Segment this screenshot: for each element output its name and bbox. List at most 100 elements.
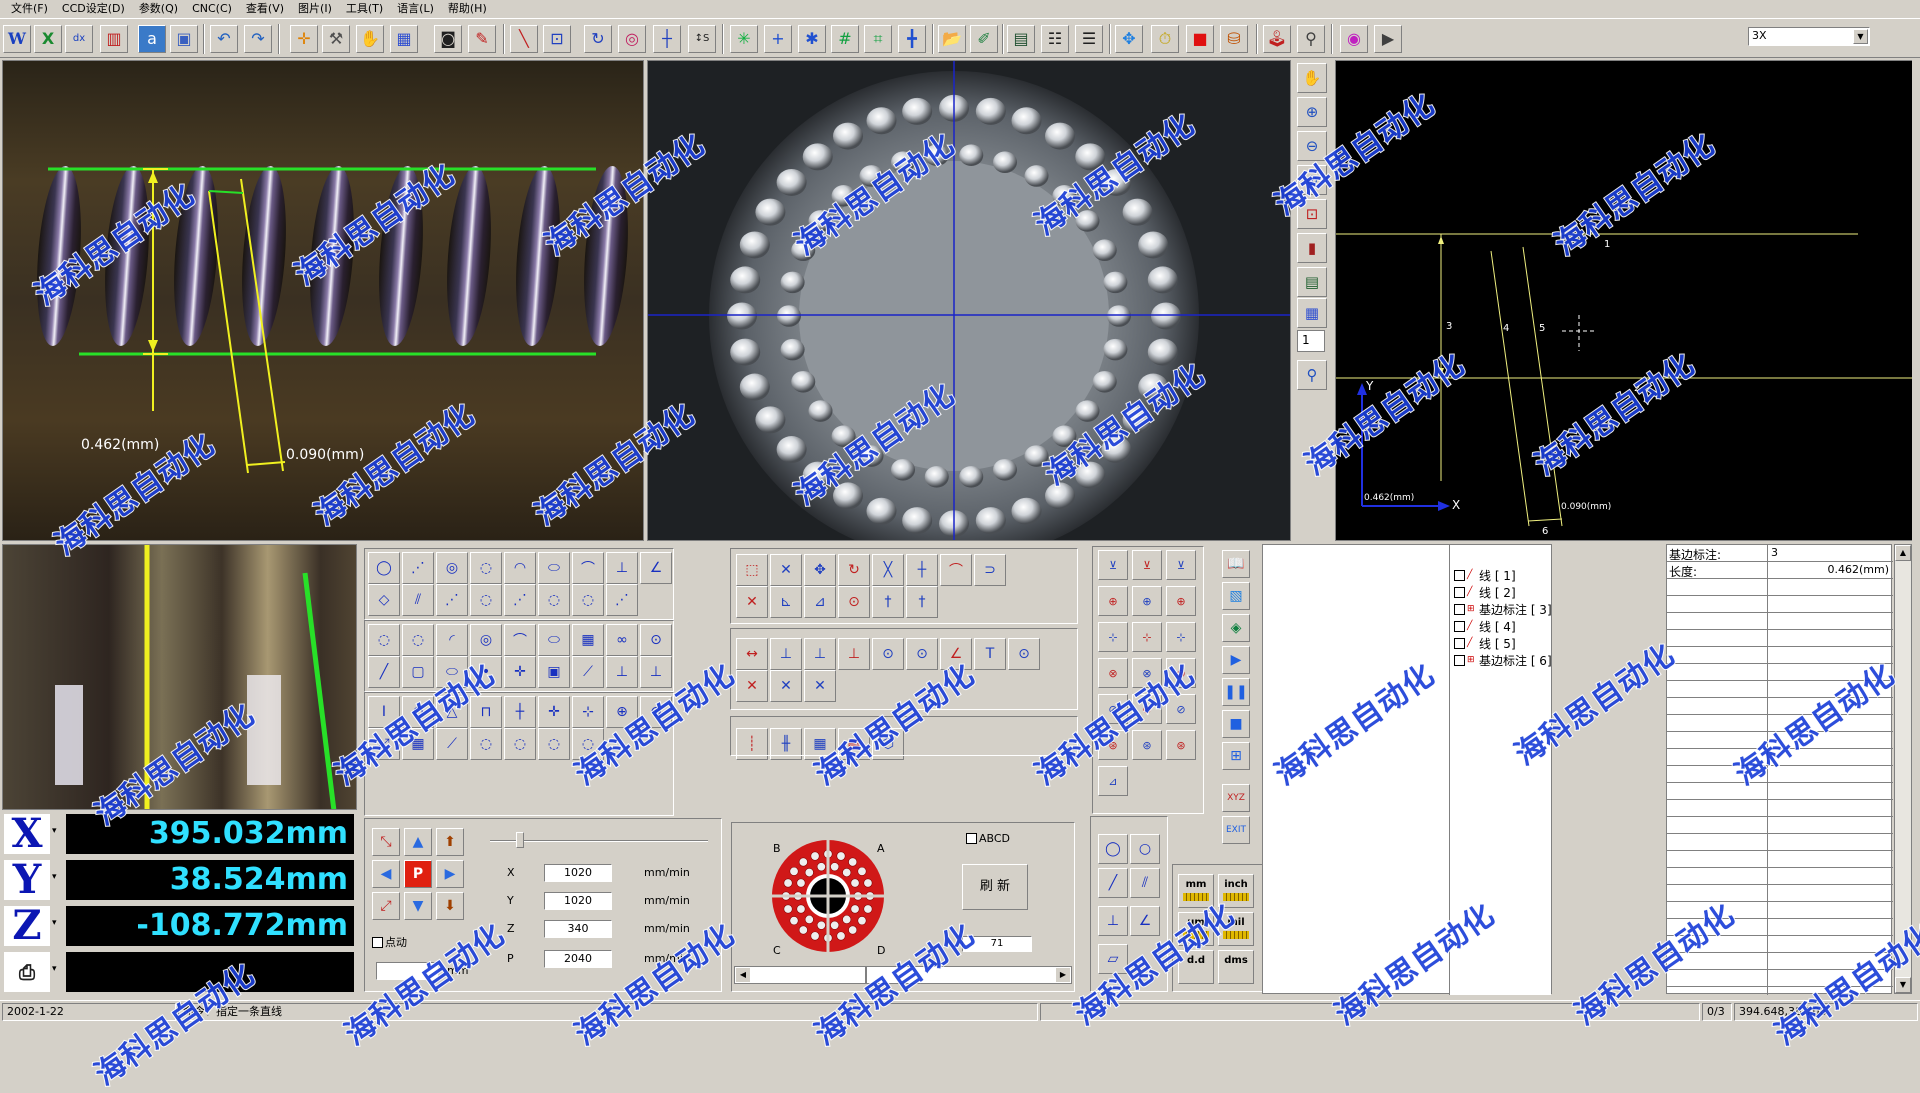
program-grid-icon[interactable]: ⊞ xyxy=(1222,742,1250,770)
property-row[interactable] xyxy=(1667,851,1893,868)
tree-item-checkbox[interactable] xyxy=(1454,604,1465,615)
scroll-left-icon[interactable]: ◀ xyxy=(736,968,750,982)
chevron-down-icon[interactable]: ▼ xyxy=(1853,29,1868,44)
property-row[interactable] xyxy=(1667,715,1893,732)
tree-item-checkbox[interactable] xyxy=(1454,638,1465,649)
image-open-icon[interactable]: a xyxy=(138,25,166,53)
speed-slider-thumb[interactable] xyxy=(516,832,524,848)
menu-file[interactable]: 文件(F) xyxy=(4,0,55,18)
excel-export-icon[interactable]: X xyxy=(34,25,62,53)
red-square-icon[interactable]: ■ xyxy=(1186,25,1214,53)
angle-tool-icon[interactable]: ∠ xyxy=(1130,906,1160,936)
save-program-icon[interactable]: ◈ xyxy=(1222,614,1250,642)
property-row[interactable] xyxy=(1667,732,1893,749)
inch-checkbox[interactable] xyxy=(372,936,383,948)
property-row[interactable] xyxy=(1667,766,1893,783)
pan-hand-icon[interactable]: ✋ xyxy=(1297,63,1327,93)
property-row[interactable] xyxy=(1667,817,1893,834)
property-row[interactable] xyxy=(1667,902,1893,919)
edit-image-icon[interactable]: ✐ xyxy=(970,25,998,53)
menu-help[interactable]: 帮助(H) xyxy=(441,0,494,18)
jog-p-button[interactable]: P xyxy=(404,860,432,888)
menu-cnc[interactable]: CNC(C) xyxy=(185,0,239,18)
ring-intensity-value[interactable]: 71 xyxy=(962,936,1032,952)
move-arrows-icon[interactable]: ✥ xyxy=(1115,25,1143,53)
table-alt-icon[interactable]: ☰ xyxy=(1075,25,1103,53)
angle-decimal-button[interactable]: d.d xyxy=(1178,950,1214,984)
x-speed-input[interactable]: 1020 xyxy=(544,864,612,882)
cad-drawing-view[interactable]: 1 2 3 4 5 6 Y X 0.462(mm) 0.090(mm) xyxy=(1335,60,1918,541)
property-row[interactable] xyxy=(1667,749,1893,766)
window-scrollbar[interactable] xyxy=(1912,60,1920,1000)
play-icon[interactable]: ▶ xyxy=(1222,646,1250,674)
book-icon[interactable]: ▮ xyxy=(1297,233,1327,263)
layer-number-input[interactable]: 1 xyxy=(1297,330,1325,352)
jog-diag-nw-icon[interactable]: ⤡ xyxy=(372,828,400,856)
zoom-in-icon[interactable]: ⊕ xyxy=(1297,97,1327,127)
tree-item-checkbox[interactable] xyxy=(1454,655,1465,666)
chevron-down-icon[interactable]: ▾ xyxy=(52,872,57,882)
perpendicular-tool-icon[interactable]: ⊥ xyxy=(1098,906,1128,936)
parallelogram-tool-icon[interactable]: ▱ xyxy=(1098,944,1128,974)
open-book-icon[interactable]: 📖 xyxy=(1222,550,1250,578)
camera-capture-icon[interactable]: ◙ xyxy=(434,25,462,53)
zoom-window-icon[interactable]: ⊡ xyxy=(1297,199,1327,229)
property-row[interactable] xyxy=(1667,970,1893,987)
load-program-icon[interactable]: ▧ xyxy=(1222,582,1250,610)
paint-brush-icon[interactable]: ✎ xyxy=(468,25,496,53)
menu-image[interactable]: 图片(I) xyxy=(291,0,339,18)
jog-z-up-icon[interactable]: ⬆ xyxy=(436,828,464,856)
pause-icon[interactable]: ❚❚ xyxy=(1222,678,1250,706)
grid-hash-icon[interactable]: # xyxy=(831,25,859,53)
tree-item[interactable]: ⊞ 基边标注 [ 6] xyxy=(1454,652,1552,669)
hammer-icon[interactable]: ⚒ xyxy=(322,25,350,53)
chevron-down-icon[interactable]: ▾ xyxy=(52,918,57,928)
element-tree[interactable]: ╱ 线 [ 1] ╱ 线 [ 2] ⊞ 基边标注 [ 3] ╱ 线 [ 4] ╱ 线 [ 5] ⊞ 基… xyxy=(1449,545,1552,995)
burst-icon[interactable]: ✳ xyxy=(730,25,758,53)
inch-step-input[interactable] xyxy=(376,962,438,980)
tree-item-checkbox[interactable] xyxy=(1454,621,1465,632)
zoom-fit-icon[interactable]: ⊙ xyxy=(1297,165,1327,195)
joystick-icon[interactable]: 🕹 xyxy=(1263,25,1291,53)
slash-tool-icon[interactable]: ╱ xyxy=(1098,868,1128,898)
color-wheel-icon[interactable]: ◉ xyxy=(1340,25,1368,53)
tree-item-checkbox[interactable] xyxy=(1454,570,1465,581)
video-camera-icon[interactable]: ▶ xyxy=(1374,25,1402,53)
tree-item[interactable]: ╱ 线 [ 2] xyxy=(1454,584,1516,601)
menu-view[interactable]: 查看(V) xyxy=(239,0,291,18)
rotate-icon[interactable]: ↻ xyxy=(584,25,612,53)
calculator-icon[interactable]: ▤ xyxy=(1007,25,1035,53)
report-chart-icon[interactable]: ▥ xyxy=(100,25,128,53)
chevron-down-icon[interactable]: ▾ xyxy=(52,964,57,974)
property-row[interactable] xyxy=(1667,953,1893,970)
property-row[interactable] xyxy=(1667,664,1893,681)
ellipse-tool-icon[interactable]: ◯ xyxy=(1098,834,1128,864)
crosshair-select-icon[interactable]: ✛ xyxy=(290,25,318,53)
menu-ccd-settings[interactable]: CCD设定(D) xyxy=(55,0,132,18)
tree-item[interactable]: ╱ 线 [ 4] xyxy=(1454,618,1516,635)
ring-intensity-scrollbar[interactable]: ◀ ▶ xyxy=(734,966,1072,984)
property-row[interactable] xyxy=(1667,613,1893,630)
open-folder-icon[interactable]: 📂 xyxy=(938,25,966,53)
jog-right-icon[interactable]: ▶ xyxy=(436,860,464,888)
save-disk-icon[interactable]: ⛁ xyxy=(1220,25,1248,53)
crosshair-plus-icon[interactable]: + xyxy=(764,25,792,53)
abcd-checkbox[interactable] xyxy=(966,833,977,844)
grid-dense-icon[interactable]: ⌗ xyxy=(864,25,892,53)
tree-item[interactable]: ⊞ 基边标注 [ 3] xyxy=(1454,601,1552,618)
menu-parameters[interactable]: 参数(Q) xyxy=(132,0,185,18)
menu-tools[interactable]: 工具(T) xyxy=(339,0,390,18)
circle-tool-icon[interactable]: ○ xyxy=(1130,834,1160,864)
edge-tool-icon[interactable]: ╲ xyxy=(510,25,538,53)
unit-inch-button[interactable]: inch xyxy=(1218,874,1254,908)
grid-icon[interactable]: ▦ xyxy=(390,25,418,53)
crosshair-fine-icon[interactable]: ╋ xyxy=(898,25,926,53)
property-row[interactable] xyxy=(1667,800,1893,817)
unit-mil-button[interactable]: mil xyxy=(1218,912,1254,946)
property-row[interactable] xyxy=(1667,936,1893,953)
scroll-right-icon[interactable]: ▶ xyxy=(1056,968,1070,982)
word-export-icon[interactable]: W xyxy=(3,25,31,53)
exit-icon[interactable]: EXIT xyxy=(1222,816,1250,844)
unit-mm-button[interactable]: mm xyxy=(1178,874,1214,908)
angle-dms-button[interactable]: dms xyxy=(1218,950,1254,984)
